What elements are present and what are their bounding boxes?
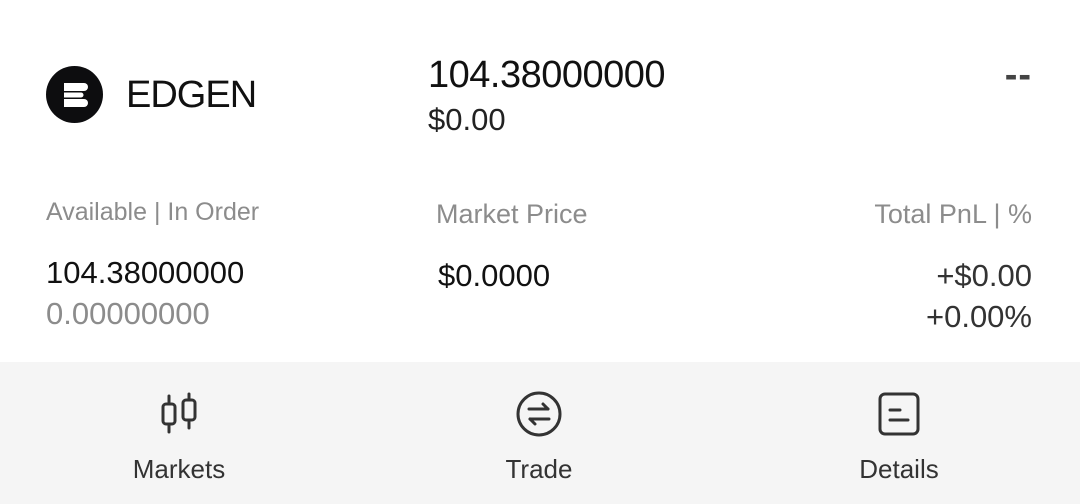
details-button[interactable]: Details	[799, 362, 999, 504]
trade-button[interactable]: Trade	[439, 362, 639, 504]
swap-arrows-icon	[515, 390, 563, 438]
available-in-order-label: Available | In Order	[46, 198, 260, 226]
asset-summary[interactable]: EDGEN 104.38000000 $0.00 -- Available | …	[0, 0, 1080, 362]
available-value: 104.38000000	[46, 255, 245, 290]
total-pnl-amount: +$0.00	[936, 258, 1032, 293]
markets-button[interactable]: Markets	[79, 362, 279, 504]
in-order-value: 0.00000000	[46, 296, 210, 331]
total-pnl-label: Total PnL | %	[874, 199, 1032, 229]
total-value: $0.00	[428, 102, 506, 137]
action-bar: Markets Trade Details	[0, 362, 1080, 504]
markets-label: Markets	[132, 454, 226, 484]
market-price-value: $0.0000	[438, 258, 551, 293]
trade-label: Trade	[505, 454, 573, 484]
candlestick-chart-icon	[155, 390, 203, 438]
asset-name: EDGEN	[126, 74, 257, 116]
market-price-label: Market Price	[436, 199, 588, 229]
total-pnl-percent: +0.00%	[925, 299, 1032, 334]
document-details-icon	[875, 390, 923, 438]
edgen-logo-icon	[46, 66, 103, 123]
asset-screen: EDGEN 104.38000000 $0.00 -- Available | …	[0, 0, 1080, 504]
details-label: Details	[859, 454, 939, 484]
pnl-placeholder: --	[1004, 54, 1032, 96]
total-amount: 104.38000000	[428, 54, 666, 96]
